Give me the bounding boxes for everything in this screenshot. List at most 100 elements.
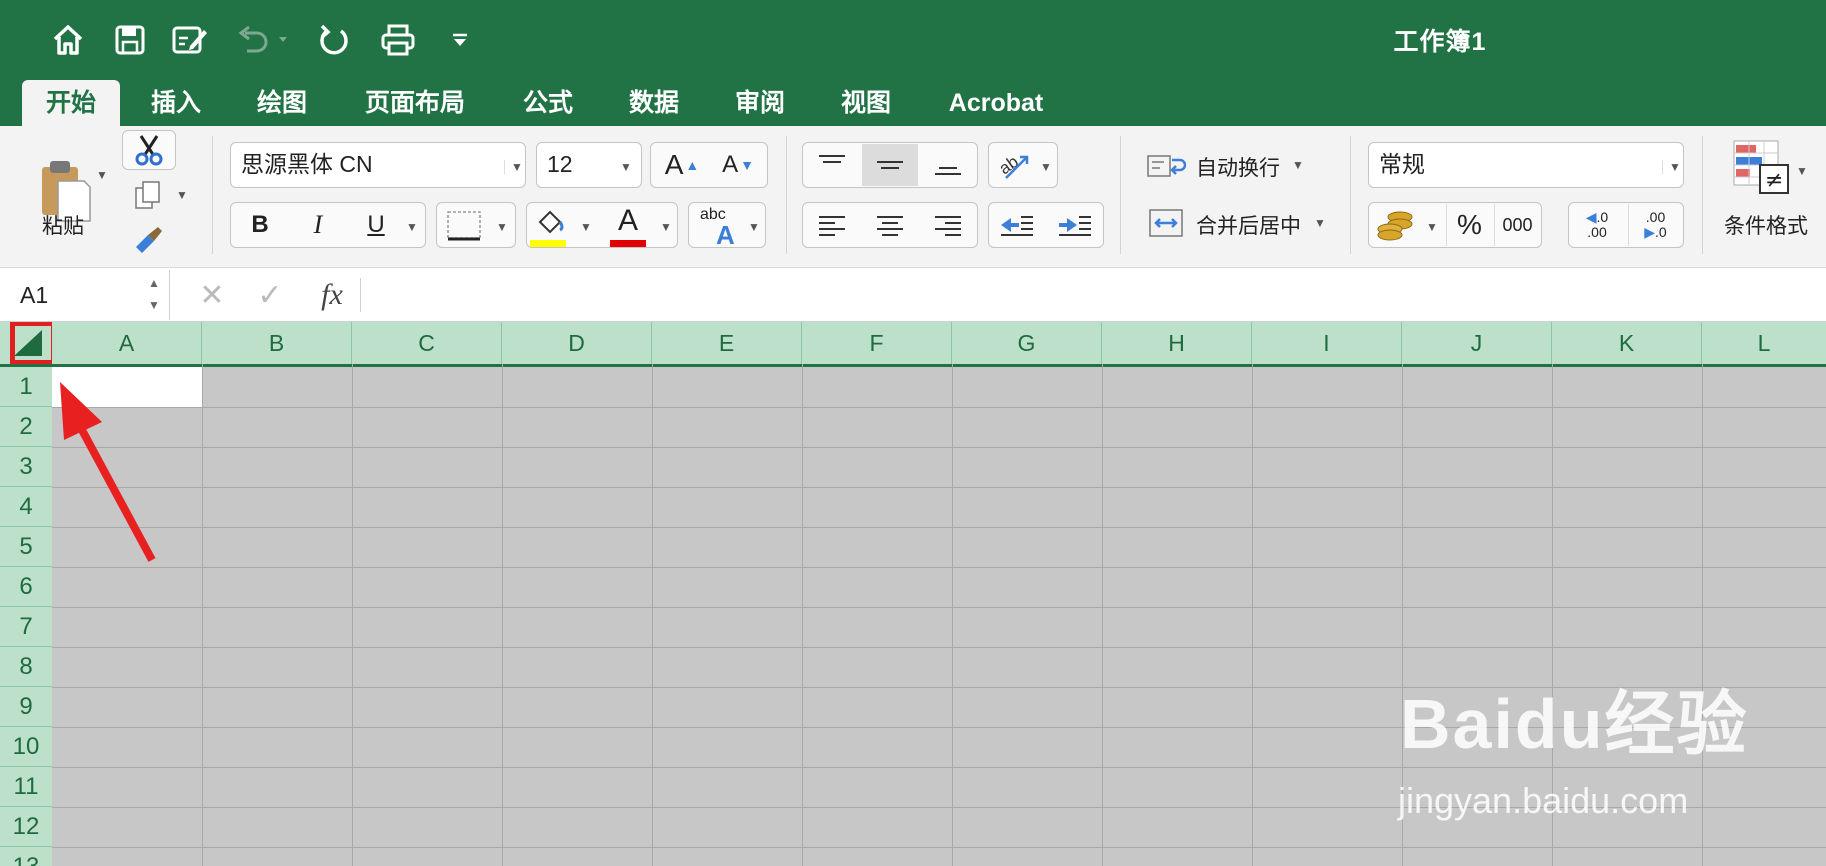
phonetic-dropdown-icon[interactable]: ▼ (748, 220, 760, 234)
font-name-combo[interactable]: 思源黑体 CN (230, 142, 526, 188)
font-color-dropdown-icon[interactable]: ▼ (660, 220, 672, 234)
cut-button[interactable] (122, 130, 176, 170)
column-header-l[interactable]: L (1702, 322, 1826, 364)
column-header-b[interactable]: B (202, 322, 352, 364)
row-header-4[interactable]: 4 (0, 487, 52, 527)
conditional-format-label: 条件格式 (1724, 215, 1808, 238)
home-icon[interactable] (46, 18, 90, 62)
decrease-indent-button[interactable] (990, 204, 1044, 246)
underline-button[interactable]: U (350, 204, 402, 246)
save-icon[interactable] (108, 18, 152, 62)
row-header-13[interactable]: 13 (0, 847, 52, 866)
format-painter-button[interactable] (128, 220, 168, 260)
font-color-button[interactable]: A (608, 202, 648, 240)
tab-insert[interactable]: 插入 (130, 80, 222, 126)
tab-view[interactable]: 视图 (820, 80, 912, 126)
decrease-decimal-button[interactable]: .00 ▶.0 (1628, 204, 1682, 246)
separator (1120, 136, 1121, 254)
font-size-dropdown-icon[interactable]: ▼ (620, 160, 632, 174)
increase-font-size-button[interactable]: A ▲ (656, 144, 708, 186)
wrap-text-button[interactable]: 自动换行 (1196, 152, 1280, 182)
increase-decimal-button[interactable]: ◀.0 .00 (1570, 204, 1624, 246)
increase-indent-button[interactable] (1048, 204, 1102, 246)
tab-draw[interactable]: 绘图 (236, 80, 328, 126)
align-center-button[interactable] (862, 204, 918, 246)
tab-page-layout[interactable]: 页面布局 (352, 80, 478, 126)
name-box-up-icon[interactable]: ▲ (148, 276, 160, 290)
decrease-font-size-button[interactable]: A ▼ (712, 144, 764, 186)
font-name-dropdown-icon[interactable]: ▼ (504, 160, 523, 174)
tab-data[interactable]: 数据 (608, 80, 700, 126)
row-header-7[interactable]: 7 (0, 607, 52, 647)
align-right-button[interactable] (920, 204, 976, 246)
scissors-icon (135, 135, 163, 166)
merge-center-dropdown-icon[interactable]: ▼ (1314, 216, 1326, 230)
align-top-icon (819, 155, 845, 163)
column-header-g[interactable]: G (952, 322, 1102, 364)
wrap-text-dropdown-icon[interactable]: ▼ (1292, 158, 1304, 172)
edit-document-icon[interactable] (168, 18, 212, 62)
merge-center-button[interactable]: 合并后居中 (1196, 210, 1301, 240)
row-header-2[interactable]: 2 (0, 407, 52, 447)
percent-button[interactable]: % (1446, 204, 1492, 246)
paste-dropdown-icon[interactable]: ▼ (96, 168, 108, 182)
number-format-dropdown-icon[interactable]: ▼ (1662, 160, 1681, 174)
borders-dropdown-icon[interactable]: ▼ (496, 220, 508, 234)
grid-line (52, 527, 1826, 528)
insert-function-button[interactable]: fx (310, 276, 354, 314)
column-header-e[interactable]: E (652, 322, 802, 364)
tab-home[interactable]: 开始 (22, 80, 120, 126)
formula-input[interactable] (370, 276, 1810, 314)
grid-line (52, 447, 1826, 448)
column-header-c[interactable]: C (352, 322, 502, 364)
row-header-8[interactable]: 8 (0, 647, 52, 687)
row-header-9[interactable]: 9 (0, 687, 52, 727)
tab-review[interactable]: 审阅 (714, 80, 806, 126)
separator (1702, 136, 1703, 254)
grid-line (52, 847, 1826, 848)
tab-formulas[interactable]: 公式 (502, 80, 594, 126)
redo-icon[interactable] (312, 18, 356, 62)
cancel-formula-icon[interactable]: ✕ (194, 276, 230, 314)
align-bottom-button[interactable] (920, 144, 976, 186)
column-header-k[interactable]: K (1552, 322, 1702, 364)
italic-button[interactable]: I (292, 204, 344, 246)
undo-icon[interactable] (232, 18, 292, 62)
number-format-combo[interactable]: 常规 (1368, 142, 1684, 188)
column-header-j[interactable]: J (1402, 322, 1552, 364)
column-header-f[interactable]: F (802, 322, 952, 364)
tab-acrobat[interactable]: Acrobat (934, 80, 1058, 126)
bold-button[interactable]: B (234, 204, 286, 246)
row-header-11[interactable]: 11 (0, 767, 52, 807)
underline-dropdown-icon[interactable]: ▼ (406, 220, 418, 234)
align-top-button[interactable] (804, 144, 860, 186)
conditional-format-button[interactable]: ≠ (1722, 132, 1802, 204)
customize-toolbar-icon[interactable] (438, 18, 482, 62)
column-header-a[interactable]: A (52, 322, 202, 364)
align-left-button[interactable] (804, 204, 860, 246)
sheet-grid[interactable]: A B C D E F G H I J K L 1 2 3 4 5 6 7 8 … (0, 322, 1826, 866)
name-box-down-icon[interactable]: ▼ (148, 298, 160, 312)
name-box[interactable]: A1 ▲ ▼ (2, 270, 170, 320)
borders-icon (447, 211, 481, 241)
row-header-12[interactable]: 12 (0, 807, 52, 847)
row-header-5[interactable]: 5 (0, 527, 52, 567)
confirm-formula-icon[interactable]: ✓ (252, 276, 288, 314)
fill-color-dropdown-icon[interactable]: ▼ (580, 220, 592, 234)
row-header-3[interactable]: 3 (0, 447, 52, 487)
conditional-format-dropdown-icon[interactable]: ▼ (1796, 164, 1808, 178)
row-header-10[interactable]: 10 (0, 727, 52, 767)
copy-dropdown-icon[interactable]: ▼ (176, 188, 188, 202)
accounting-format-button[interactable] (1370, 204, 1422, 246)
copy-button[interactable] (128, 176, 168, 216)
row-header-6[interactable]: 6 (0, 567, 52, 607)
column-header-i[interactable]: I (1252, 322, 1402, 364)
row-header-1[interactable]: 1 (0, 367, 52, 407)
column-header-h[interactable]: H (1102, 322, 1252, 364)
print-icon[interactable] (376, 18, 420, 62)
column-header-d[interactable]: D (502, 322, 652, 364)
comma-style-button[interactable]: 000 (1494, 204, 1540, 246)
orientation-dropdown-icon[interactable]: ▼ (1040, 160, 1052, 174)
accounting-dropdown-icon[interactable]: ▼ (1426, 220, 1438, 234)
align-middle-button[interactable] (862, 144, 918, 186)
